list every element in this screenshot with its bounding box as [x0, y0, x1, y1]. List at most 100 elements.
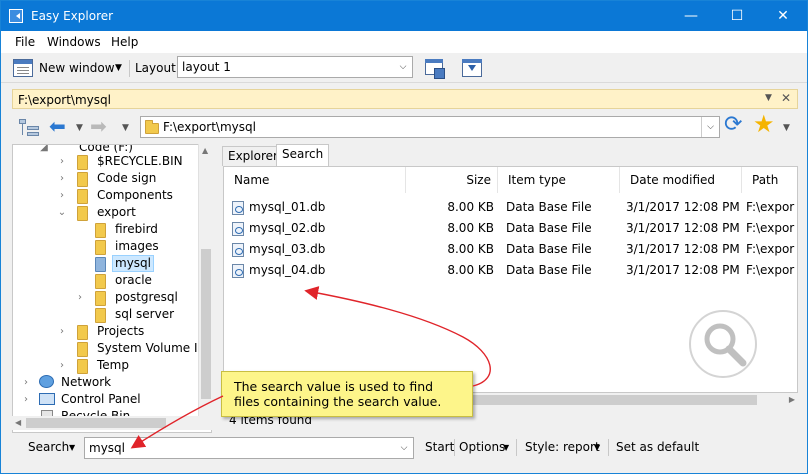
tree-item[interactable]: › Components — [13, 187, 203, 204]
expand-icon[interactable]: › — [57, 323, 67, 340]
address-path: F:\export\mysql — [163, 120, 256, 134]
tree-item[interactable]: › Control Panel — [13, 391, 203, 408]
start-search-button[interactable]: Start — [425, 440, 454, 454]
database-file-icon — [232, 264, 244, 278]
search-mode-dropdown-icon[interactable]: ▼ — [69, 443, 75, 452]
window-title: Easy Explorer — [31, 9, 114, 23]
expand-icon[interactable]: › — [57, 357, 67, 374]
panel-path: F:\export\mysql — [18, 93, 111, 107]
column-header-date[interactable]: Date modified — [620, 167, 742, 193]
tree-item[interactable]: › Code sign — [13, 170, 203, 187]
callout-text: The search value is used to find files c… — [234, 379, 442, 409]
navigation-bar: ⬅ ▼ ➡ ▼ F:\export\mysql ⌵ ⟳ ★ ▼ — [12, 110, 798, 144]
load-layout-icon[interactable] — [459, 56, 485, 80]
column-header-type[interactable]: Item type — [498, 167, 620, 193]
column-header-path[interactable]: Path — [742, 167, 797, 193]
tree-item[interactable]: › postgresql — [13, 289, 203, 306]
panel-path-bar: F:\export\mysql ▼ ✕ — [12, 89, 798, 109]
tree-item[interactable]: images — [13, 238, 203, 255]
scroll-left-icon[interactable]: ◀ — [15, 418, 21, 427]
tree-item[interactable]: › Projects — [13, 323, 203, 340]
folder-open-icon — [95, 257, 106, 272]
menu-windows[interactable]: Windows — [47, 35, 101, 49]
minimize-icon[interactable]: — — [668, 1, 714, 31]
scrollbar-thumb[interactable] — [201, 249, 211, 399]
folder-icon — [77, 342, 88, 357]
tree-vertical-scrollbar[interactable]: ▲ — [198, 144, 212, 416]
tree-item[interactable]: System Volume Inf — [13, 340, 209, 357]
folder-icon — [77, 206, 88, 221]
favorites-star-icon[interactable]: ★ — [753, 110, 775, 138]
maximize-icon[interactable]: ☐ — [714, 1, 760, 31]
scroll-up-icon[interactable]: ▲ — [202, 146, 208, 155]
folder-icon — [77, 172, 88, 187]
save-layout-icon[interactable] — [423, 56, 447, 80]
expand-icon[interactable]: › — [57, 170, 67, 187]
favorites-dropdown-icon[interactable]: ▼ — [783, 123, 790, 133]
scroll-right-icon[interactable]: ▶ — [789, 395, 795, 404]
tree-item[interactable]: firebird — [13, 221, 203, 238]
options-dropdown-icon[interactable]: ▼ — [503, 443, 509, 452]
column-header-size[interactable]: Size — [406, 167, 498, 193]
expand-icon[interactable]: › — [21, 374, 31, 391]
search-watermark-icon — [689, 310, 757, 378]
tree-item[interactable]: sql server — [13, 306, 203, 323]
chevron-down-icon[interactable]: ⌵ — [395, 438, 413, 458]
collapse-icon[interactable]: ⌄ — [57, 204, 67, 221]
network-icon — [39, 375, 54, 388]
control-panel-icon — [39, 393, 55, 405]
forward-dropdown-icon[interactable]: ▼ — [122, 123, 129, 133]
layout-label: Layout — [135, 61, 176, 75]
search-bar: Search ▼ mysql ⌵ Start Options ▼ Style: … — [12, 435, 798, 460]
set-as-default-button[interactable]: Set as default — [616, 440, 699, 454]
chevron-down-icon: ⌵ — [399, 62, 407, 72]
expand-icon[interactable]: › — [57, 187, 67, 204]
database-file-icon — [232, 243, 244, 257]
close-icon[interactable]: ✕ — [760, 1, 806, 31]
menu-file[interactable]: File — [15, 35, 35, 49]
layout-value: layout 1 — [182, 60, 231, 74]
new-window-dropdown-icon[interactable]: ▼ — [115, 56, 122, 80]
options-button[interactable]: Options — [459, 440, 505, 454]
search-mode-button[interactable]: Search — [28, 440, 69, 454]
panel-close-icon[interactable]: ✕ — [781, 91, 791, 105]
search-input[interactable]: mysql ⌵ — [84, 437, 414, 459]
expand-icon[interactable]: › — [75, 289, 85, 306]
tree-item[interactable]: › Temp — [13, 357, 203, 374]
forward-icon[interactable]: ➡ — [90, 114, 107, 138]
panel-menu-icon[interactable]: ▼ — [765, 93, 772, 103]
folder-icon — [77, 189, 88, 204]
tree-item[interactable]: › $RECYCLE.BIN — [13, 153, 203, 170]
tree-view-icon[interactable] — [19, 117, 41, 139]
refresh-icon[interactable]: ⟳ — [724, 112, 742, 137]
menu-help[interactable]: Help — [111, 35, 138, 49]
tab-explorer[interactable]: Explorer — [222, 146, 284, 166]
back-dropdown-icon[interactable]: ▼ — [76, 123, 83, 133]
tree-item[interactable]: › Network — [13, 374, 203, 391]
style-dropdown-icon[interactable]: ▼ — [594, 443, 600, 452]
folder-icon — [95, 291, 106, 306]
menu-bar: File Windows Help — [1, 31, 807, 53]
tree-item[interactable]: oracle — [13, 272, 203, 289]
address-input[interactable]: F:\export\mysql ⌵ — [140, 116, 720, 138]
column-header-name[interactable]: Name — [224, 167, 406, 193]
scrollbar-thumb[interactable] — [26, 418, 166, 428]
expand-icon[interactable]: › — [21, 391, 31, 408]
new-window-button[interactable]: New window — [39, 56, 115, 80]
database-file-icon — [232, 201, 244, 215]
folder-icon — [77, 155, 88, 170]
back-icon[interactable]: ⬅ — [49, 114, 66, 138]
folder-icon — [95, 240, 106, 255]
database-file-icon — [232, 222, 244, 236]
tree-item-selected[interactable]: mysql — [13, 255, 203, 272]
app-icon — [9, 9, 23, 23]
folder-tree: ◢ Code (F:) › $RECYCLE.BIN › Code sign ›… — [12, 144, 212, 433]
folder-icon — [95, 223, 106, 238]
chevron-down-icon[interactable]: ⌵ — [701, 117, 719, 137]
expand-icon[interactable]: › — [57, 153, 67, 170]
style-button[interactable]: Style: report — [525, 440, 600, 454]
tree-item[interactable]: ⌄ export — [13, 204, 203, 221]
tree-horizontal-scrollbar[interactable]: ◀ — [12, 416, 212, 430]
tab-search-results[interactable]: Search results — [276, 144, 330, 179]
layout-select[interactable]: layout 1 ⌵ — [177, 56, 413, 78]
